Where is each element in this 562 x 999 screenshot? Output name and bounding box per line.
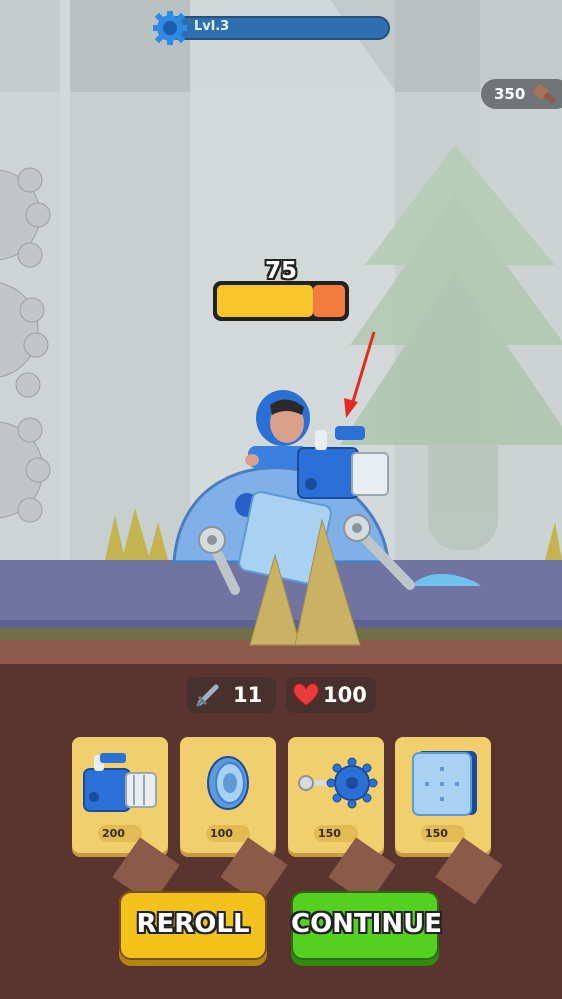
- cannon-icon: [83, 753, 157, 812]
- gear-icon: [153, 11, 187, 45]
- price-tag: 150: [314, 825, 396, 905]
- heart-icon: [292, 682, 320, 707]
- attack-value: 11: [233, 683, 263, 707]
- price-tag: 150: [421, 825, 503, 905]
- mace-icon: [298, 757, 378, 809]
- health-bar: [213, 281, 349, 321]
- shop-card-armor[interactable]: 150: [395, 737, 503, 905]
- bolt-icon: [435, 837, 503, 905]
- reroll-button[interactable]: REROLL: [119, 891, 267, 960]
- level-progress-bar: [158, 16, 390, 40]
- price-tag: 100: [206, 825, 288, 905]
- currency-amount: 350: [494, 85, 526, 103]
- continue-button[interactable]: CONTINUE: [291, 891, 442, 960]
- shop-card-mace[interactable]: 150: [288, 737, 396, 905]
- armor-plate-icon: [412, 751, 477, 816]
- wheel-icon: [207, 756, 249, 810]
- level-label: Lvl.3: [194, 19, 230, 34]
- bolt-icon: [533, 84, 556, 104]
- sword-icon: [195, 684, 219, 708]
- health-stat-value: 100: [323, 683, 367, 707]
- shop-card-wheel[interactable]: 100: [180, 737, 288, 905]
- price-tag: 200: [98, 825, 180, 905]
- spiked-wall: [0, 167, 51, 523]
- shop-card-cannon[interactable]: 200: [72, 737, 180, 905]
